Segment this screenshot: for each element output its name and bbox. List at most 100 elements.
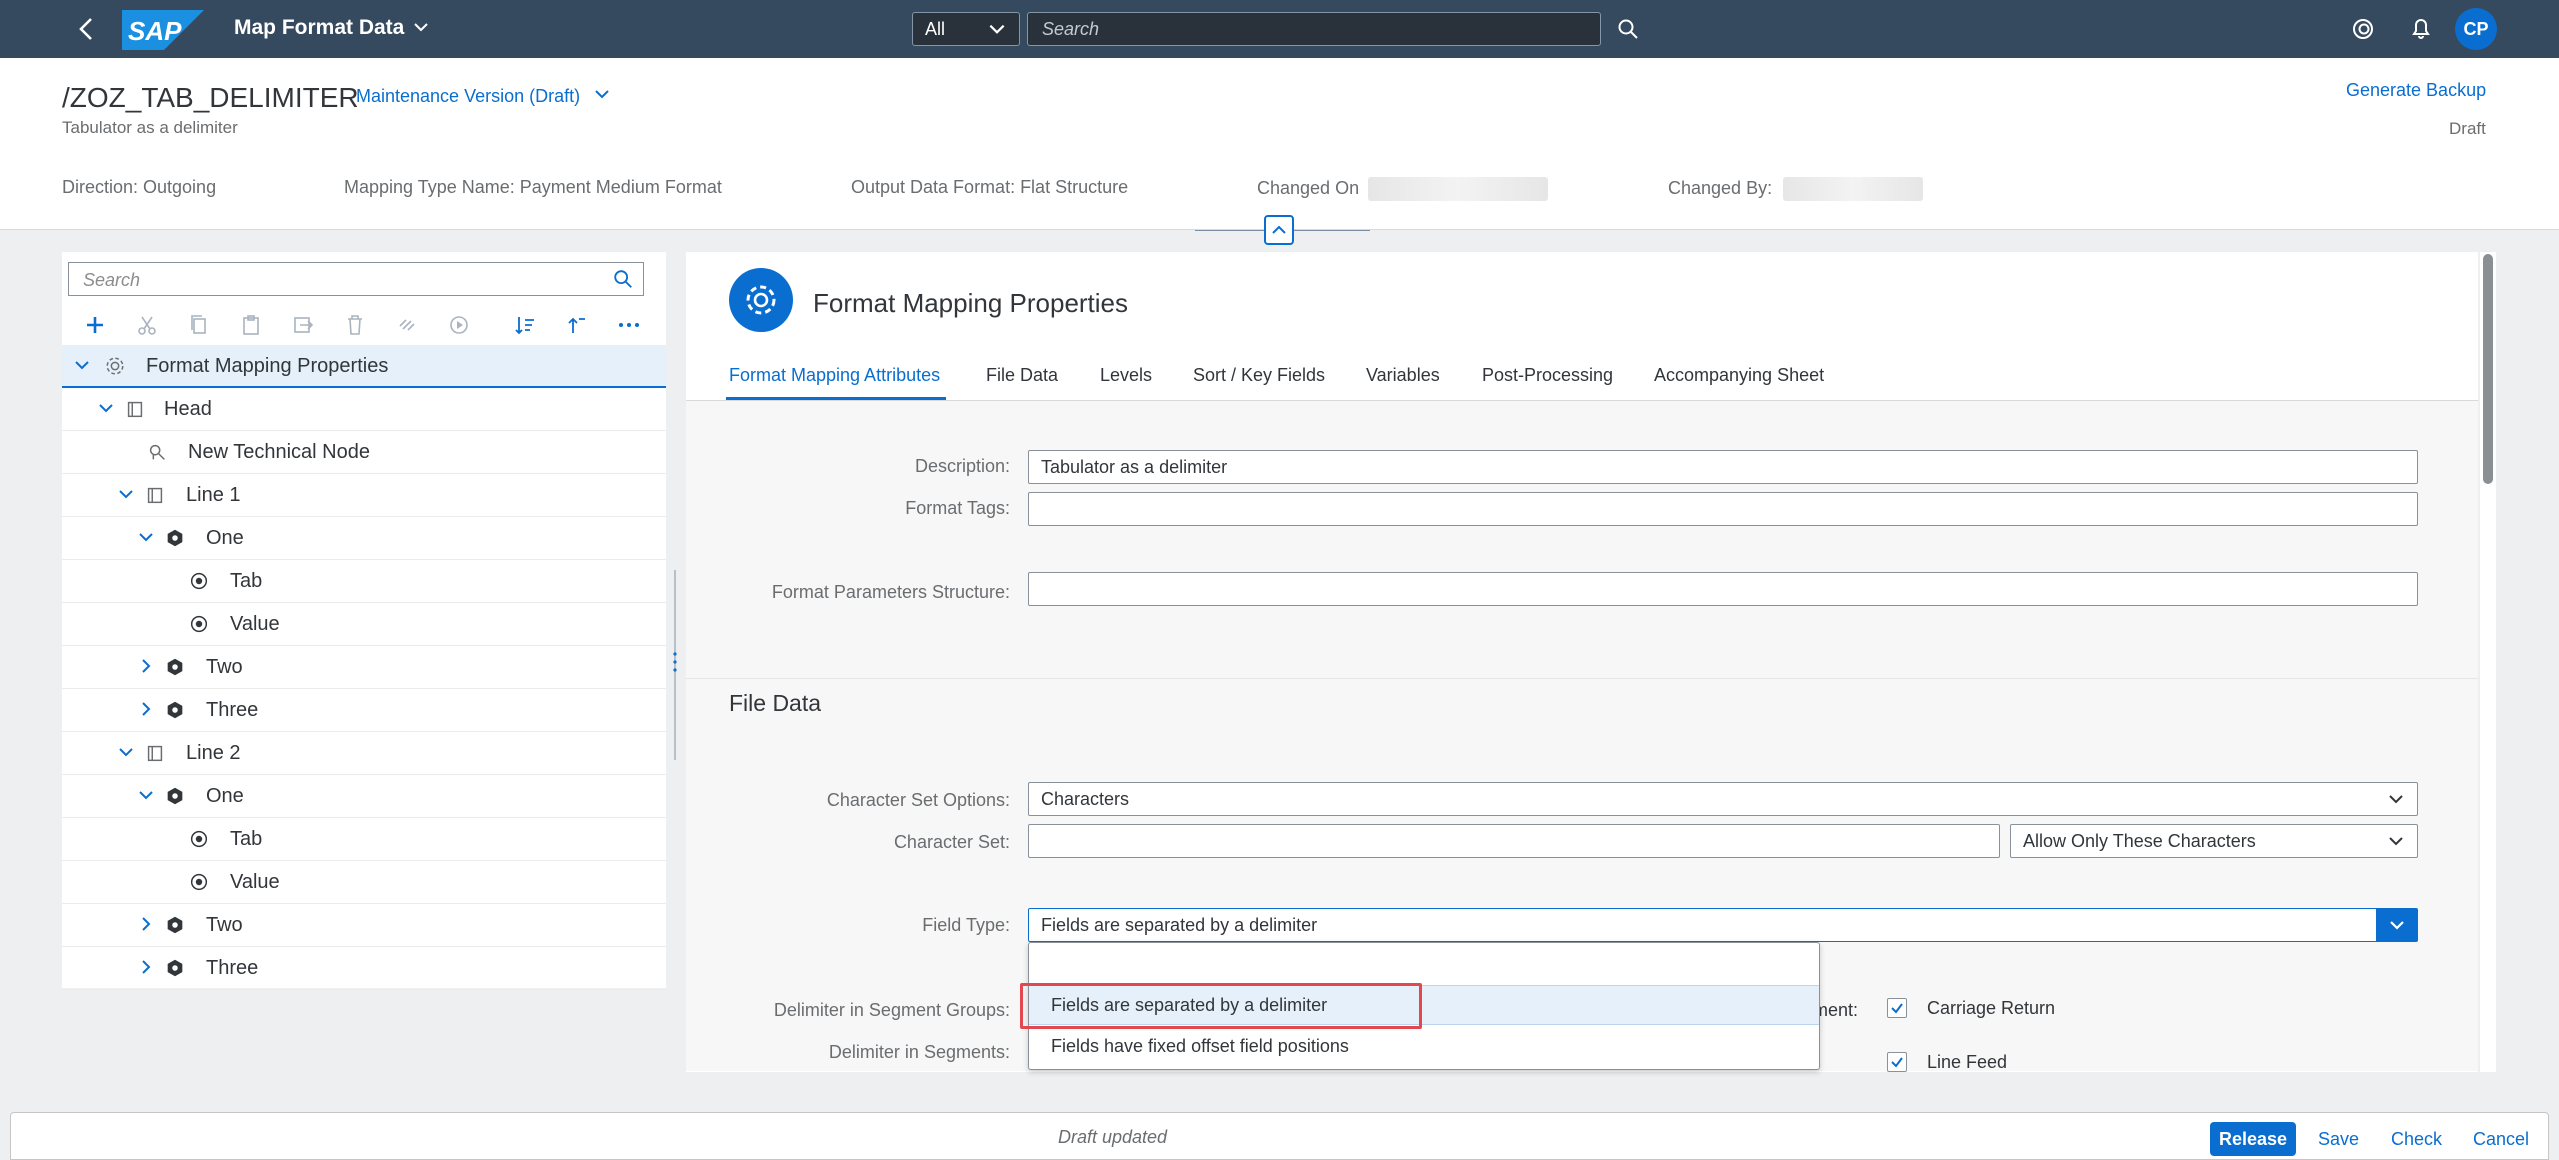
search-scope-value: All [925, 19, 946, 39]
direction-attribute: Direction: Outgoing [62, 177, 217, 197]
tree-row-tab[interactable]: Tab [62, 560, 666, 603]
format-tags-field[interactable] [1028, 492, 2418, 526]
collapse-header-button[interactable] [1264, 215, 1294, 245]
cancel-button[interactable]: Cancel [2473, 1129, 2529, 1150]
paste-icon[interactable] [238, 312, 264, 338]
copy-icon[interactable] [186, 312, 212, 338]
segment-icon [167, 529, 183, 547]
charset-field[interactable] [1028, 824, 2000, 858]
tab-post-processing[interactable]: Post-Processing [1482, 365, 1613, 386]
dropdown-option-fixed-offset[interactable]: Fields have fixed offset field positions [1029, 1027, 1819, 1067]
tree-row-label: Format Mapping Properties [146, 355, 389, 377]
overflow-menu-icon[interactable] [616, 312, 642, 338]
tab-file-data[interactable]: File Data [986, 365, 1058, 386]
chevron-down-icon[interactable] [136, 785, 156, 805]
chevron-right-icon[interactable] [136, 957, 156, 977]
search-icon[interactable] [1616, 17, 1640, 41]
chevron-down-icon[interactable] [96, 398, 116, 418]
tree-row-two[interactable]: Two [62, 646, 666, 689]
format-parameters-field[interactable] [1028, 572, 2418, 606]
tree-row-three[interactable]: Three [62, 947, 666, 990]
field-icon [190, 572, 208, 590]
link-icon[interactable] [394, 312, 420, 338]
chevron-down-icon[interactable] [116, 742, 136, 762]
tree-row-line-1[interactable]: Line 1 [62, 474, 666, 517]
sort-descending-icon[interactable] [512, 312, 538, 338]
segment-icon [167, 701, 183, 719]
description-field[interactable]: Tabulator as a delimiter [1028, 450, 2418, 484]
tab-format-mapping-attributes[interactable]: Format Mapping Attributes [729, 365, 940, 386]
tree-row-two[interactable]: Two [62, 904, 666, 947]
tree-search-input[interactable]: Search [68, 262, 644, 296]
chevron-down-icon [2389, 837, 2403, 846]
dropdown-option-empty[interactable] [1029, 943, 1819, 983]
delete-icon[interactable] [342, 312, 368, 338]
format-tags-label: Format Tags: [905, 498, 1010, 518]
chevron-down-icon[interactable] [136, 527, 156, 547]
chevron-right-icon[interactable] [136, 914, 156, 934]
charset-options-select[interactable]: Characters [1028, 782, 2418, 816]
version-selector[interactable]: Maintenance Version (Draft) [356, 86, 611, 107]
tree-row-value[interactable]: Value [62, 861, 666, 904]
tree-row-three[interactable]: Three [62, 689, 666, 732]
back-button[interactable] [72, 14, 102, 44]
save-button[interactable]: Save [2318, 1129, 2359, 1150]
charset-restriction-select[interactable]: Allow Only These Characters [2010, 824, 2418, 858]
collapse-all-icon[interactable] [564, 312, 590, 338]
check-button[interactable]: Check [2391, 1129, 2442, 1150]
splitter-grip-icon[interactable] [672, 650, 678, 674]
user-avatar[interactable]: CP [2455, 8, 2497, 50]
tab-accompanying-sheet[interactable]: Accompanying Sheet [1654, 365, 1824, 386]
chevron-right-icon[interactable] [136, 656, 156, 676]
format-parameters-label: Format Parameters Structure: [771, 582, 1010, 602]
tree-row-format-mapping-properties[interactable]: Format Mapping Properties [62, 345, 666, 388]
tree-row-label: New Technical Node [188, 441, 370, 463]
line-feed-label: Line Feed [1927, 1052, 2008, 1072]
changed-by-attribute: Changed By: [1668, 177, 1924, 201]
tree-row-value[interactable]: Value [62, 603, 666, 646]
chevron-down-icon[interactable] [116, 484, 136, 504]
copilot-icon[interactable] [2350, 16, 2376, 42]
tree-row-label: Value [230, 613, 280, 635]
line-feed-checkbox[interactable] [1887, 1052, 1907, 1072]
scrollbar-thumb[interactable] [2483, 254, 2493, 484]
chevron-down-icon [2390, 921, 2404, 930]
chevron-right-icon[interactable] [136, 699, 156, 719]
gear-icon [729, 268, 793, 332]
cut-icon[interactable] [134, 312, 160, 338]
tree-row-label: Value [230, 871, 280, 893]
chevron-down-icon[interactable] [72, 355, 92, 375]
field-type-select[interactable]: Fields are separated by a delimiter [1028, 908, 2378, 942]
shell-search-input[interactable]: Search [1027, 12, 1601, 46]
release-button[interactable]: Release [2210, 1122, 2296, 1156]
tree-row-tab[interactable]: Tab [62, 818, 666, 861]
sap-logo[interactable]: SAP [122, 10, 204, 50]
move-icon[interactable] [290, 312, 316, 338]
tree-row-new-technical-node[interactable]: New Technical Node [62, 431, 666, 474]
search-icon[interactable] [612, 268, 634, 290]
app-title[interactable]: Map Format Data [234, 16, 404, 40]
carriage-return-label: Carriage Return [1927, 998, 2056, 1018]
carriage-return-checkbox[interactable] [1887, 998, 1907, 1018]
chevron-left-icon [79, 18, 92, 40]
run-icon[interactable] [446, 312, 472, 338]
tab-levels[interactable]: Levels [1100, 365, 1152, 386]
field-type-dropdown-button[interactable] [2376, 908, 2418, 942]
tree-row-head[interactable]: Head [62, 388, 666, 431]
tree-row-one[interactable]: One [62, 517, 666, 560]
tab-sort-key-fields[interactable]: Sort / Key Fields [1193, 365, 1325, 386]
generate-backup-link[interactable]: Generate Backup [2346, 80, 2486, 101]
object-subtitle: Tabulator as a delimiter [62, 118, 238, 137]
draft-status: Draft [2449, 119, 2486, 138]
tree-row-line-2[interactable]: Line 2 [62, 732, 666, 775]
tab-variables[interactable]: Variables [1366, 365, 1440, 386]
search-scope-select[interactable]: All [912, 12, 1020, 46]
tree-row-one[interactable]: One [62, 775, 666, 818]
changed-on-attribute: Changed On [1257, 177, 1549, 201]
chevron-down-icon[interactable] [412, 18, 430, 41]
tree-row-label: Line 1 [186, 484, 241, 506]
add-icon[interactable] [82, 312, 108, 338]
tree-row-label: One [206, 785, 244, 807]
notification-bell-icon[interactable] [2408, 15, 2434, 41]
segment-group-icon [147, 745, 163, 762]
